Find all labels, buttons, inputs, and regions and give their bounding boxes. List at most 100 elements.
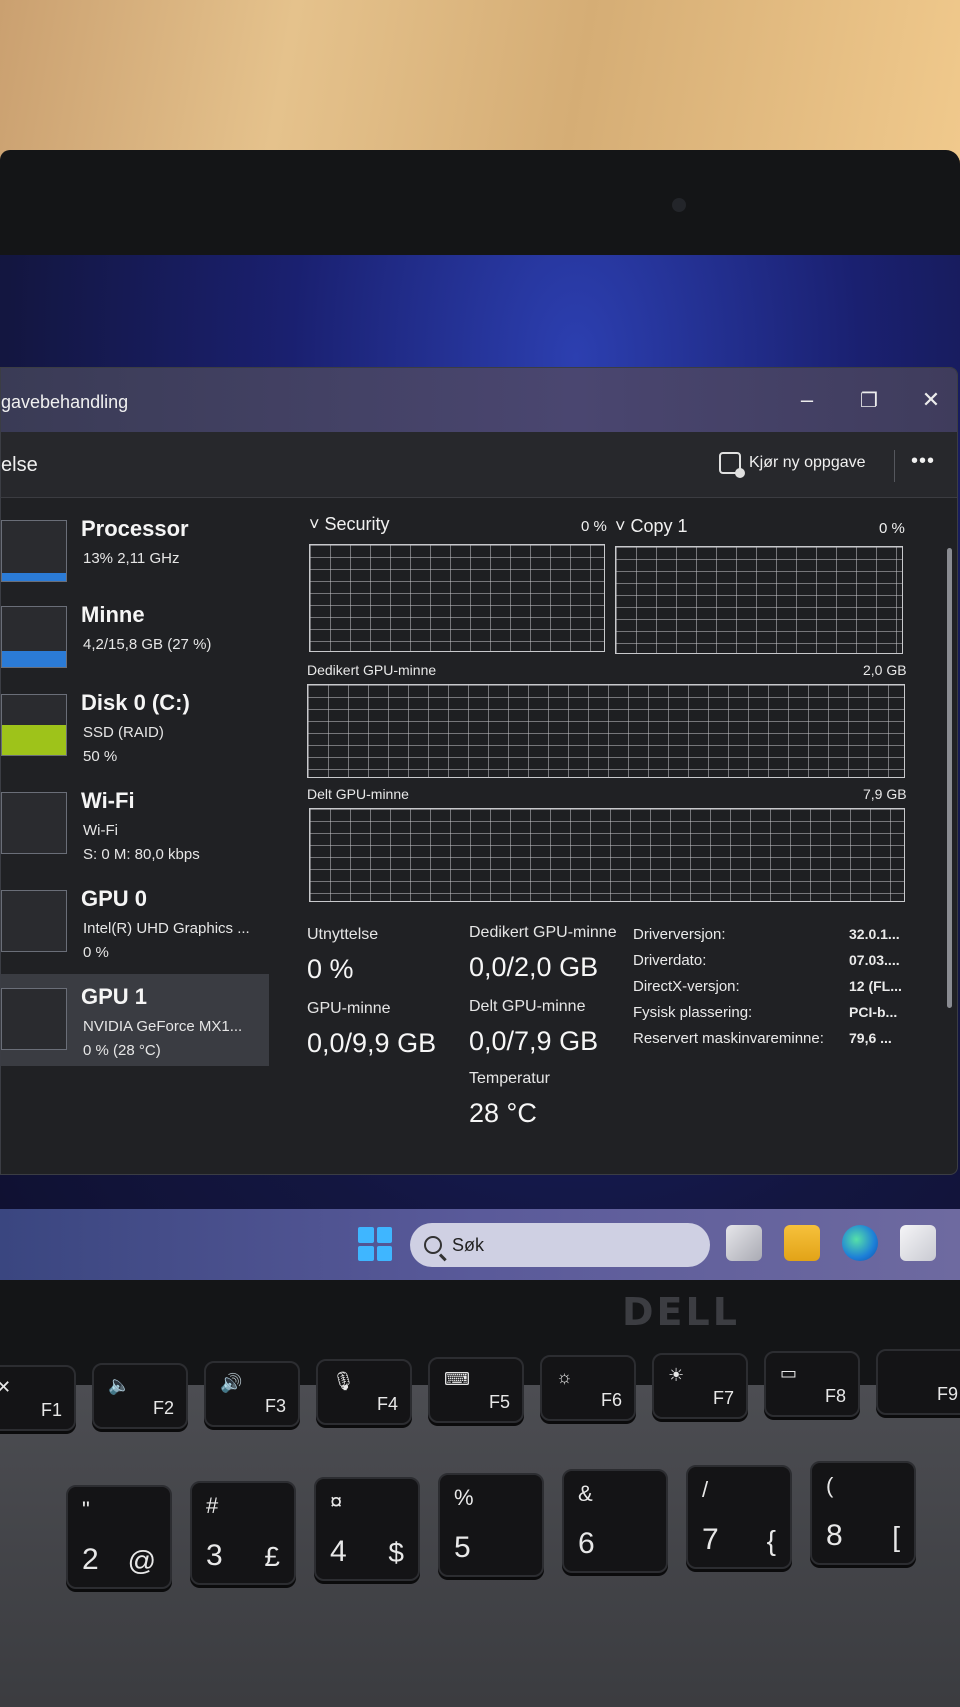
key-icon: ☀ — [668, 1365, 685, 1385]
screen: gavebehandling – ❐ ✕ else Kjør ny oppgav… — [0, 255, 960, 1280]
window-title: gavebehandling — [1, 392, 129, 412]
search-placeholder: Søk — [452, 1234, 485, 1255]
key-label: F3 — [264, 1396, 286, 1416]
microsoft-store-icon[interactable] — [900, 1225, 936, 1261]
sidebar-item-detail: Intel(R) UHD Graphics ... — [83, 920, 250, 937]
key-icon: ✕ — [0, 1377, 12, 1397]
key-altgr-symbol: £ — [264, 1541, 280, 1572]
reserved-memory-label: Reservert maskinvareminne: — [633, 1030, 824, 1047]
key-icon: 🔈 — [108, 1375, 131, 1395]
directx-version-value: 12 (FL... — [849, 978, 902, 994]
driver-date-value: 07.03.... — [849, 952, 900, 968]
sidebar-item-detail: NVIDIA GeForce MX1... — [83, 1018, 243, 1035]
more-options-button[interactable]: ••• — [911, 450, 935, 473]
engine-percent: 0 % — [879, 520, 905, 537]
key-icon: 🔊 — [220, 1373, 243, 1393]
key-f1[interactable]: ✕ F1 — [0, 1365, 76, 1431]
key-f4[interactable]: 🎙 F4 — [316, 1359, 412, 1425]
run-new-task-button[interactable]: Kjør ny oppgave — [719, 452, 866, 478]
physical-location-label: Fysisk plassering: — [633, 1004, 753, 1021]
directx-version-label: DirectX-versjon: — [633, 978, 740, 995]
sidebar-item-memory[interactable]: Minne 4,2/15,8 GB (27 %) — [1, 592, 269, 684]
memory-usage-fill — [2, 650, 66, 667]
sidebar-item-detail: SSD (RAID) — [83, 724, 164, 741]
sidebar-item-wifi[interactable]: Wi-Fi Wi-Fi S: 0 M: 80,0 kbps — [1, 778, 269, 870]
processor-thumbnail — [1, 520, 67, 582]
sidebar-item-disk[interactable]: Disk 0 (C:) SSD (RAID) 50 % — [1, 680, 269, 772]
key-main-symbol: 7 — [702, 1523, 719, 1556]
close-button[interactable]: ✕ — [913, 382, 949, 418]
key-altgr-symbol: { — [766, 1525, 776, 1556]
dedicated-memory-label: Dedikert GPU-minne — [469, 924, 617, 941]
sidebar-item-gpu-0[interactable]: GPU 0 Intel(R) UHD Graphics ... 0 % — [1, 876, 269, 968]
key-f9[interactable]: F9 — [876, 1349, 960, 1415]
key-f6[interactable]: ☼ F6 — [540, 1355, 636, 1421]
key-f8[interactable]: ▭ F8 — [764, 1351, 860, 1417]
sidebar-item-gpu-1[interactable]: GPU 1 NVIDIA GeForce MX1... 0 % (28 °C) — [1, 974, 269, 1066]
utilization-label: Utnyttelse — [307, 926, 379, 943]
sidebar-item-detail: 4,2/15,8 GB (27 %) — [83, 636, 212, 653]
sidebar-item-name: GPU 0 — [81, 886, 148, 911]
key-5[interactable]: % 5 — [438, 1473, 544, 1577]
key-f2[interactable]: 🔈 F2 — [92, 1363, 188, 1429]
key-shift-symbol: & — [578, 1481, 593, 1506]
engine-selector-security[interactable]: ˅ Security — [309, 514, 390, 535]
driver-date-label: Driverdato: — [633, 952, 707, 969]
minimize-button[interactable]: – — [789, 382, 825, 418]
key-6[interactable]: & 6 — [562, 1469, 668, 1573]
windows-logo-icon — [358, 1227, 374, 1243]
task-view-icon[interactable] — [726, 1225, 762, 1261]
scrollbar[interactable] — [947, 548, 952, 1008]
dell-logo: DELL — [622, 1290, 740, 1334]
key-label: F1 — [40, 1400, 62, 1420]
key-icon: ☼ — [556, 1367, 573, 1387]
key-f3[interactable]: 🔊 F3 — [204, 1361, 300, 1427]
sidebar-item-name: Minne — [81, 602, 145, 627]
dedicated-memory-graph — [307, 684, 905, 778]
toolbar: else Kjør ny oppgave ••• — [1, 432, 957, 498]
sidebar-item-detail: 13% 2,11 GHz — [83, 550, 180, 567]
taskbar: Søk — [0, 1209, 960, 1280]
sidebar-item-detail-2: 0 % — [83, 944, 109, 961]
engine-selector-copy[interactable]: ˅ Copy 1 — [615, 516, 688, 537]
reserved-memory-value: 79,6 ... — [849, 1030, 892, 1046]
key-2[interactable]: " 2 @ — [66, 1485, 172, 1589]
key-f7[interactable]: ☀ F7 — [652, 1353, 748, 1419]
key-label: F9 — [936, 1384, 958, 1404]
key-f5[interactable]: ⌨ F5 — [428, 1357, 524, 1423]
utilization-value: 0 % — [307, 954, 354, 984]
edge-browser-icon[interactable] — [842, 1225, 878, 1261]
key-7[interactable]: / 7 { — [686, 1465, 792, 1569]
shared-memory-max: 7,9 GB — [863, 786, 907, 802]
driver-version-value: 32.0.1... — [849, 926, 900, 942]
webcam — [672, 198, 686, 212]
run-task-label: Kjør ny oppgave — [749, 454, 866, 471]
key-altgr-symbol: $ — [388, 1537, 404, 1568]
key-shift-symbol: ( — [826, 1473, 834, 1498]
key-main-symbol: 4 — [330, 1535, 347, 1568]
key-3[interactable]: #3 £ — [190, 1481, 296, 1585]
key-shift-symbol: ¤ — [330, 1489, 343, 1514]
key-label: F2 — [152, 1398, 174, 1418]
shared-memory-value: 0,0/7,9 GB — [469, 1026, 599, 1056]
taskbar-search[interactable]: Søk — [410, 1223, 710, 1267]
run-task-icon — [719, 452, 745, 478]
gpu0-thumbnail — [1, 890, 67, 952]
start-button[interactable] — [358, 1227, 392, 1261]
windows-logo-icon — [376, 1227, 392, 1243]
gpu-memory-label: GPU-minne — [307, 1000, 391, 1017]
sidebar-item-detail-2: 50 % — [83, 748, 118, 765]
key-4[interactable]: ¤ 4 $ — [314, 1477, 420, 1581]
sidebar-item-detail-2: S: 0 M: 80,0 kbps — [83, 846, 200, 863]
disk-thumbnail — [1, 694, 67, 756]
key-shift-symbol: % — [454, 1485, 474, 1510]
sidebar-item-name: Processor — [81, 516, 189, 541]
key-8[interactable]: (8 [ — [810, 1461, 916, 1565]
file-explorer-icon[interactable] — [784, 1225, 820, 1261]
key-label: F6 — [600, 1390, 622, 1410]
engine-label: Security — [324, 514, 390, 534]
sidebar-item-processor[interactable]: Processor 13% 2,11 GHz — [1, 506, 269, 598]
table-surface — [0, 0, 960, 160]
maximize-button[interactable]: ❐ — [851, 382, 887, 418]
keyboard-deck: ✕ F1 🔈 F2 🔊 F3 🎙 F4 ⌨ F5 ☼ F6 ☀ F7 ▭ F8 F9 " 2 @ #3 £ ¤ 4 $ % 5 & 6… — [0, 1349, 960, 1707]
